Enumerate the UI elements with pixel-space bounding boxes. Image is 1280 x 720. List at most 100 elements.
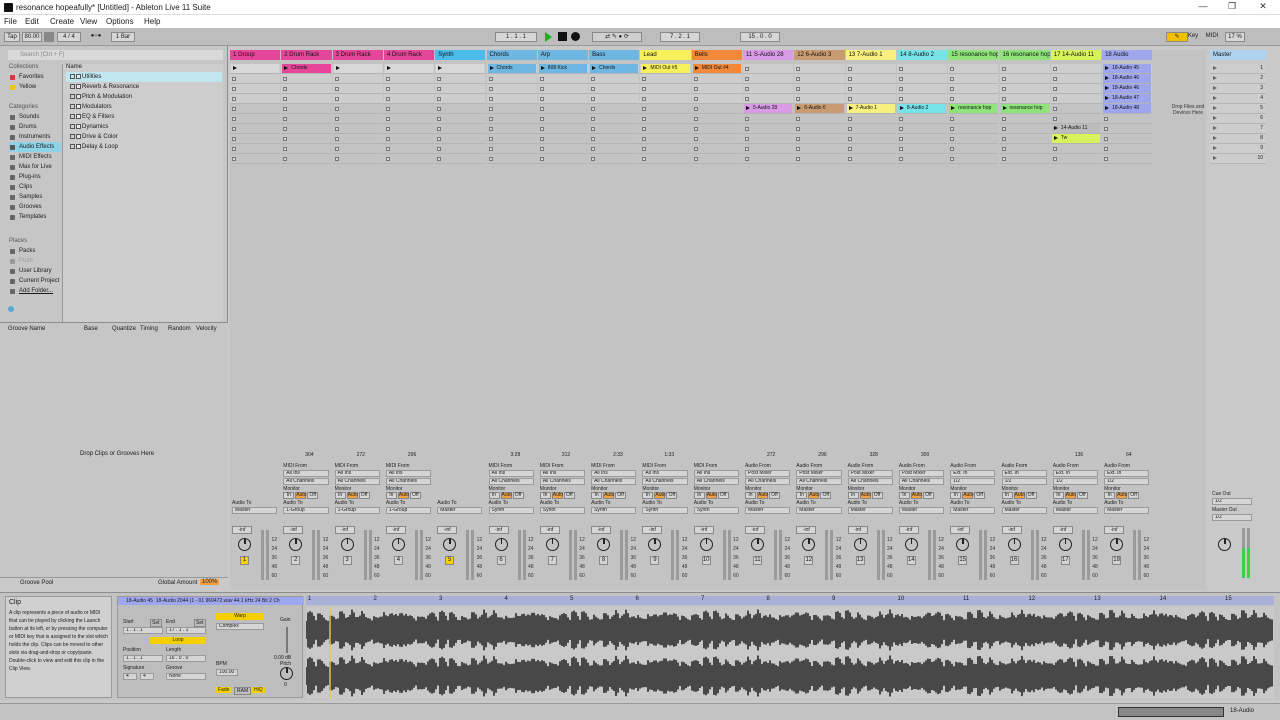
pan-knob[interactable] xyxy=(597,538,611,551)
collection-yellow[interactable]: Yellow xyxy=(9,82,61,92)
clip-stop-icon[interactable] xyxy=(385,137,390,141)
input-type-select[interactable]: All Ins xyxy=(539,470,586,477)
output-select[interactable]: Master xyxy=(232,507,278,514)
clip-stop-icon[interactable] xyxy=(539,87,544,91)
cue-out-select[interactable]: 1/2 xyxy=(1212,498,1252,505)
volume-field[interactable]: -inf xyxy=(898,526,919,534)
clip-stop-icon[interactable] xyxy=(539,137,544,141)
signature-numerator[interactable]: 4 xyxy=(123,673,137,680)
clip-stop-icon[interactable] xyxy=(591,107,596,111)
clip-slot[interactable] xyxy=(332,124,383,134)
input-channel-select[interactable]: All Channels xyxy=(693,478,739,485)
browser-item[interactable]: Pitch & Modulation xyxy=(66,92,222,102)
volume-field[interactable]: -inf xyxy=(693,526,714,534)
clip[interactable]: 6-Audio 6 xyxy=(795,104,844,113)
clip-slot[interactable] xyxy=(999,144,1050,154)
clip-slot[interactable] xyxy=(281,84,332,94)
clip-stop-icon[interactable] xyxy=(745,117,749,121)
clip-stop-icon[interactable] xyxy=(334,97,339,101)
quantize-select[interactable]: 1 Bar xyxy=(111,32,135,42)
clip-slot[interactable] xyxy=(794,124,845,134)
clip-slot[interactable] xyxy=(640,154,691,164)
clip-slot[interactable] xyxy=(948,114,999,124)
clip-slot[interactable] xyxy=(845,94,896,104)
monitor-in-button[interactable]: In xyxy=(283,492,295,499)
clip-slot[interactable] xyxy=(435,74,486,84)
pan-knob[interactable] xyxy=(1110,538,1124,551)
monitor-in-button[interactable]: In xyxy=(642,492,654,499)
clip-stop-icon[interactable] xyxy=(283,87,288,91)
clip-slot[interactable] xyxy=(948,84,999,94)
clip-stop-icon[interactable] xyxy=(898,97,903,101)
clip-slot[interactable] xyxy=(743,144,794,154)
output-select[interactable]: Master xyxy=(950,507,996,514)
clip-stop-icon[interactable] xyxy=(693,97,698,101)
track-header-3[interactable]: 3 Drum Rack xyxy=(332,50,383,60)
clip-slot[interactable] xyxy=(640,94,691,104)
clip-slot[interactable] xyxy=(691,94,742,104)
monitor-toggle[interactable]: In Auto Off xyxy=(745,492,790,499)
clip-stop-icon[interactable] xyxy=(950,117,955,121)
clip-stop-icon[interactable] xyxy=(642,77,647,81)
clip-slot[interactable] xyxy=(230,124,281,134)
browser-item[interactable]: Utilities xyxy=(66,72,222,82)
clip-slot[interactable] xyxy=(1102,134,1153,144)
track-activator-7[interactable]: 7 xyxy=(547,556,557,565)
input-channel-select[interactable]: All Channels xyxy=(385,478,432,485)
clip-slot[interactable] xyxy=(589,154,640,164)
track-header-7[interactable]: Arp xyxy=(537,50,589,60)
clip-slot[interactable] xyxy=(537,144,589,154)
monitor-toggle[interactable]: In Auto Off xyxy=(898,492,944,499)
clip-stop-icon[interactable] xyxy=(847,127,852,131)
clip-ruler[interactable]: 1 2 3 4 5 6 7 8 9 10 11 12 13 14 15 xyxy=(306,596,1274,605)
menu-help[interactable]: Help xyxy=(144,17,160,26)
tap-button[interactable]: Tap xyxy=(4,32,20,42)
clip[interactable] xyxy=(384,64,434,73)
track-header-1[interactable]: 1 Group xyxy=(230,50,281,60)
clip-slot[interactable] xyxy=(743,84,794,94)
clip-stop-icon[interactable] xyxy=(1052,147,1057,151)
clip-stop-icon[interactable] xyxy=(232,77,236,81)
category-audio-effects[interactable]: Audio Effects xyxy=(9,142,61,152)
clip-slot[interactable] xyxy=(845,64,896,74)
pan-knob[interactable] xyxy=(751,538,764,551)
groove-random-header[interactable]: Random xyxy=(168,326,191,332)
clip-slot[interactable] xyxy=(640,114,691,124)
clip-slot[interactable] xyxy=(948,144,999,154)
start-set-button[interactable]: Set xyxy=(150,619,162,627)
volume-field[interactable]: -inf xyxy=(283,526,304,534)
preview-icon[interactable] xyxy=(8,306,14,312)
clip-slot[interactable] xyxy=(589,84,640,94)
clip-stop-icon[interactable] xyxy=(898,157,903,161)
play-icon[interactable] xyxy=(545,32,552,42)
input-channel-select[interactable]: All Channels xyxy=(539,478,586,485)
clip-stop-icon[interactable] xyxy=(745,157,749,161)
clip-slot[interactable] xyxy=(640,74,691,84)
scene-play-icon[interactable] xyxy=(1213,156,1217,160)
monitor-toggle[interactable]: In Auto Off xyxy=(334,492,380,499)
clip-stop-icon[interactable] xyxy=(488,147,493,151)
clip-stop-icon[interactable] xyxy=(898,127,903,131)
drop-files-zone[interactable]: Drop Files and Devices Here xyxy=(1168,104,1208,116)
clip-slot[interactable] xyxy=(896,144,948,154)
clip-slot[interactable] xyxy=(845,144,896,154)
clip-slot[interactable] xyxy=(589,144,640,154)
clip-stop-icon[interactable] xyxy=(488,157,493,161)
monitor-off-button[interactable]: Off xyxy=(307,492,319,499)
scene-play-icon[interactable] xyxy=(1213,146,1217,150)
input-type-select[interactable]: Post Mixer xyxy=(796,470,842,477)
clip-stop-icon[interactable] xyxy=(539,127,544,131)
clip[interactable]: 18-Audio 45 xyxy=(1103,64,1152,73)
monitor-in-button[interactable]: In xyxy=(745,492,756,499)
scene-launch[interactable]: 3 xyxy=(1210,84,1266,94)
clip-slot[interactable] xyxy=(743,134,794,144)
monitor-toggle[interactable]: In Auto Off xyxy=(1052,492,1098,499)
monitor-in-button[interactable]: In xyxy=(950,492,962,499)
clip-slot[interactable] xyxy=(845,84,896,94)
draw-mode-icon[interactable]: ✎ xyxy=(1166,32,1188,42)
clip-slot[interactable] xyxy=(281,104,332,114)
clip-stop-icon[interactable] xyxy=(950,67,955,71)
monitor-in-button[interactable]: In xyxy=(591,492,603,499)
track-header-16[interactable]: 16 resonance hop xyxy=(999,50,1050,60)
clip-slot[interactable] xyxy=(383,114,435,124)
